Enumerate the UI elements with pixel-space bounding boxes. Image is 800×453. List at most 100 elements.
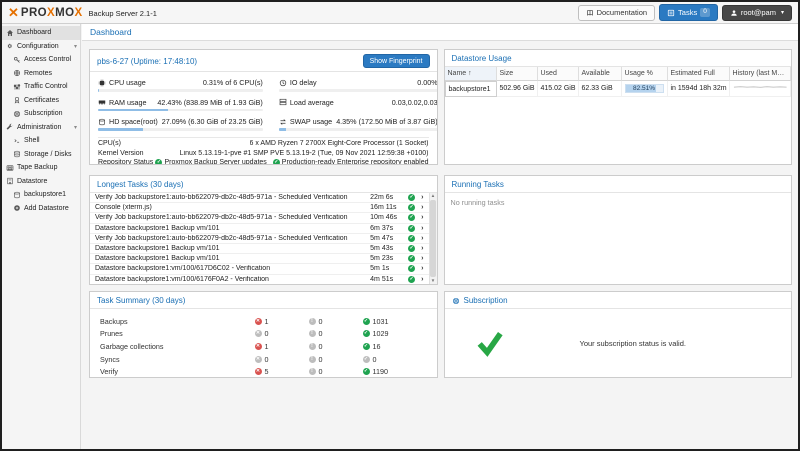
column-header-history[interactable]: History (last Month) bbox=[729, 67, 791, 81]
breadcrumb: Dashboard bbox=[90, 27, 132, 37]
no-running-tasks-text: No running tasks bbox=[450, 198, 505, 207]
error-status-icon bbox=[254, 355, 262, 363]
task-row[interactable]: Verify Job backupstore1:auto-bb622079-db… bbox=[90, 234, 429, 244]
error-status-icon bbox=[254, 330, 262, 338]
ok-status-icon bbox=[408, 275, 416, 283]
column-header-available[interactable]: Available bbox=[578, 67, 622, 81]
scroll-down-icon[interactable]: ▼ bbox=[431, 278, 435, 284]
task-row[interactable]: Datastore backupstore1 Backup vm/101 6m 3… bbox=[90, 224, 429, 234]
summary-row[interactable]: Garbage collections 1 0 16 bbox=[100, 340, 427, 353]
task-row[interactable]: Datastore backupstore1 Backup vm/101 5m 2… bbox=[90, 254, 429, 265]
open-task-chevron-icon[interactable]: › bbox=[419, 276, 425, 283]
hdd-icon bbox=[13, 150, 21, 158]
ok-status-icon bbox=[362, 330, 370, 338]
sidebar-item-shell[interactable]: Shell bbox=[2, 134, 80, 148]
ok-status-icon bbox=[362, 342, 370, 350]
sidebar-item-backupstore1[interactable]: backupstore1 bbox=[2, 188, 80, 202]
column-header-estimated-full[interactable]: Estimated Full bbox=[667, 67, 730, 81]
datastore-table-header: Name ↑ Size Used Available Usage % Estim… bbox=[444, 67, 791, 81]
scrollbar[interactable]: ▲ ▼ bbox=[428, 193, 437, 284]
subscription-status-message: Your subscription status is valid. bbox=[579, 338, 686, 348]
open-task-chevron-icon[interactable]: › bbox=[419, 255, 425, 262]
task-row[interactable]: Datastore backupstore1:vm/100/6176F0A2 -… bbox=[90, 275, 429, 284]
tasks-button[interactable]: Tasks 0 bbox=[659, 4, 718, 21]
task-row[interactable]: Console (xterm.js)16m 11s› bbox=[90, 203, 429, 214]
life-ring-icon bbox=[452, 297, 459, 304]
sidebar-item-dashboard[interactable]: Dashboard bbox=[2, 26, 80, 40]
column-header-name[interactable]: Name ↑ bbox=[444, 67, 497, 81]
panel-title-node: pbs-6-27 (Uptime: 17:48:10) bbox=[97, 56, 198, 66]
clock-icon bbox=[279, 79, 286, 86]
open-task-chevron-icon[interactable]: › bbox=[419, 225, 425, 232]
sidebar-item-datastore[interactable]: Datastore bbox=[2, 175, 80, 189]
swap-progressbar bbox=[278, 128, 437, 131]
node-status-panel: pbs-6-27 (Uptime: 17:48:10) Show Fingerp… bbox=[89, 49, 438, 165]
column-header-used[interactable]: Used bbox=[537, 67, 579, 81]
scroll-up-icon[interactable]: ▲ bbox=[431, 193, 435, 199]
open-task-chevron-icon[interactable]: › bbox=[419, 245, 425, 252]
task-row[interactable]: Verify Job backupstore1:auto-bb622079-db… bbox=[90, 193, 429, 204]
summary-row[interactable]: Verify 5 0 1190 bbox=[100, 365, 427, 377]
ok-status-icon bbox=[408, 245, 416, 253]
open-task-chevron-icon[interactable]: › bbox=[419, 204, 425, 211]
datastore-row[interactable]: backupstore1 502.96 GiB 415.02 GiB 62.33… bbox=[444, 81, 791, 97]
task-row[interactable]: Datastore backupstore1 Backup vm/101 5m 4… bbox=[90, 244, 429, 255]
sidebar-item-storage-disks[interactable]: Storage / Disks bbox=[2, 148, 80, 162]
subscription-panel: Subscription Your subscription status is… bbox=[443, 291, 792, 378]
task-row[interactable]: Verify Job backupstore1:auto-bb622079-db… bbox=[90, 213, 429, 224]
sidebar-item-subscription[interactable]: Subscription bbox=[2, 107, 80, 121]
gears-icon bbox=[6, 42, 14, 50]
sidebar-item-remotes[interactable]: Remotes bbox=[2, 67, 80, 81]
database-icon bbox=[13, 191, 21, 199]
summary-row[interactable]: Backups 1 0 1031 bbox=[100, 315, 427, 328]
proxmox-wordmark: PROXMOX bbox=[20, 6, 83, 19]
ok-status-icon bbox=[408, 255, 416, 263]
open-task-chevron-icon[interactable]: › bbox=[419, 235, 425, 242]
user-menu-button[interactable]: root@pam ▾ bbox=[721, 4, 792, 21]
key-icon bbox=[13, 56, 21, 64]
sidebar-item-configuration[interactable]: Configuration ▾ bbox=[2, 40, 80, 54]
column-header-usage[interactable]: Usage % bbox=[621, 67, 668, 81]
stat-ram-usage: RAM usage 42.43% (838.89 MiB of 1.93 GiB… bbox=[98, 98, 263, 111]
sidebar-item-traffic-control[interactable]: Traffic Control bbox=[2, 80, 80, 94]
home-icon bbox=[6, 29, 14, 37]
error-status-icon bbox=[254, 368, 262, 376]
stat-hd-space: HD space(root) 27.09% (6.30 GiB of 23.25… bbox=[98, 117, 263, 131]
collapse-arrow-icon[interactable]: ▾ bbox=[74, 43, 77, 50]
terminal-icon bbox=[13, 137, 21, 145]
info-cpus: CPU(s) 6 x AMD Ryzen 7 2700X Eight-Core … bbox=[98, 140, 429, 147]
open-task-chevron-icon[interactable]: › bbox=[419, 194, 425, 201]
subscription-valid-check-icon bbox=[455, 328, 525, 358]
tasks-count-badge: 0 bbox=[700, 8, 710, 17]
show-fingerprint-button[interactable]: Show Fingerprint bbox=[362, 54, 430, 68]
warning-status-icon bbox=[308, 342, 316, 350]
ok-status-icon bbox=[408, 204, 416, 212]
history-sparkline bbox=[729, 81, 791, 97]
panel-title-datastore-usage: Datastore Usage bbox=[451, 54, 512, 63]
chevron-down-icon: ▾ bbox=[780, 9, 784, 16]
open-task-chevron-icon[interactable]: › bbox=[419, 214, 425, 221]
ok-status-icon bbox=[362, 355, 370, 363]
sidebar-item-tape-backup[interactable]: Tape Backup bbox=[2, 161, 80, 175]
sidebar-item-administration[interactable]: Administration ▾ bbox=[2, 121, 80, 135]
task-row[interactable]: Datastore backupstore1:vm/100/617D6C02 -… bbox=[90, 264, 429, 275]
task-list-icon bbox=[667, 9, 675, 16]
documentation-button[interactable]: Documentation bbox=[577, 4, 656, 21]
panel-title-running-tasks: Running Tasks bbox=[451, 180, 504, 189]
sidebar-item-access-control[interactable]: Access Control bbox=[2, 53, 80, 67]
sliders-icon bbox=[13, 83, 21, 91]
summary-row[interactable]: Syncs 0 0 0 bbox=[100, 353, 427, 366]
ram-progressbar bbox=[98, 108, 263, 111]
scrollbar-thumb[interactable] bbox=[430, 200, 436, 277]
open-task-chevron-icon[interactable]: › bbox=[419, 265, 425, 272]
io-progressbar bbox=[278, 89, 437, 92]
sidebar-item-add-datastore[interactable]: Add Datastore bbox=[2, 202, 80, 216]
summary-row[interactable]: Prunes 0 0 1029 bbox=[100, 328, 427, 341]
column-header-size[interactable]: Size bbox=[496, 67, 538, 81]
collapse-arrow-icon[interactable]: ▾ bbox=[74, 124, 77, 131]
server-icon bbox=[279, 98, 287, 106]
sidebar-item-certificates[interactable]: Certificates bbox=[2, 94, 80, 108]
ok-status-icon bbox=[408, 194, 416, 202]
check-circle-icon bbox=[155, 159, 163, 164]
tape-cartridge-icon bbox=[6, 164, 14, 172]
